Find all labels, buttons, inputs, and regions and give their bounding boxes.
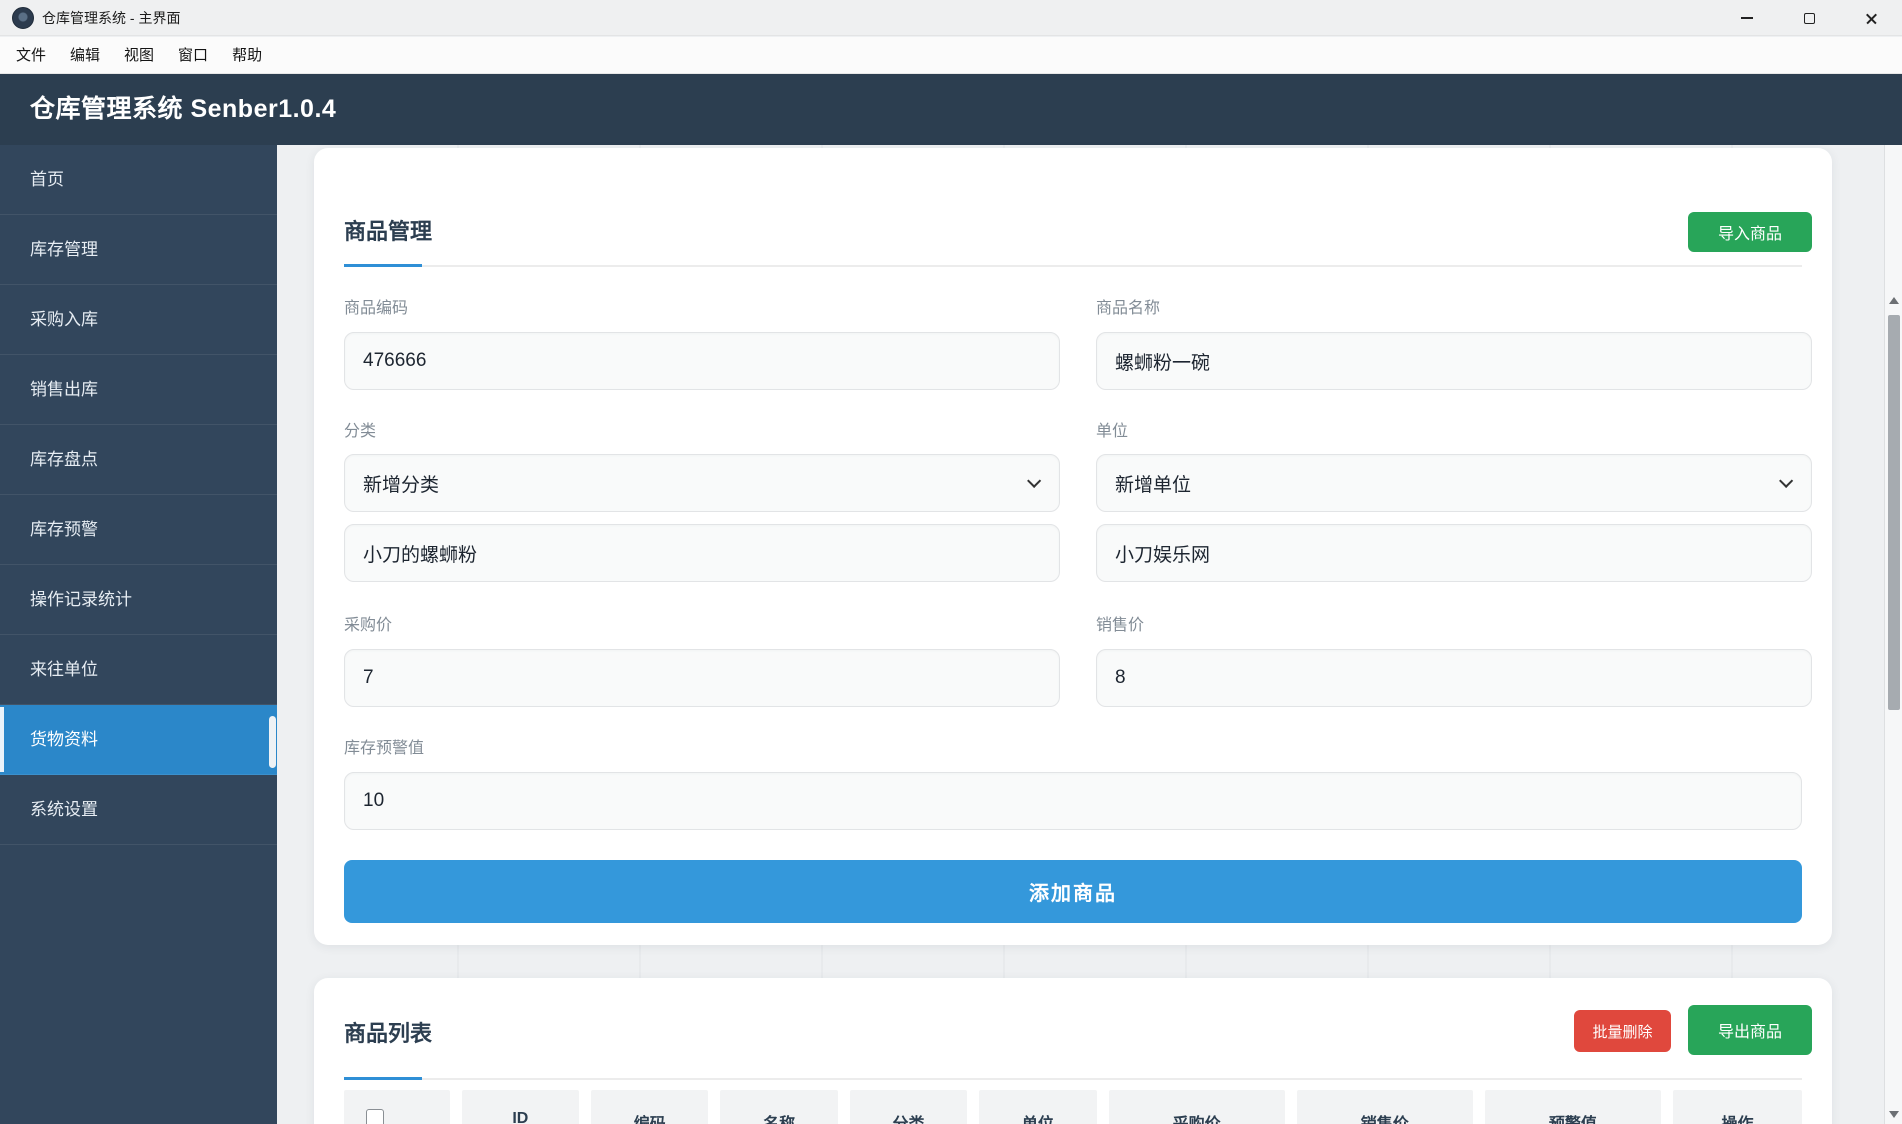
sidebar-item-inventory[interactable]: 库存管理 bbox=[0, 215, 277, 285]
menu-help[interactable]: 帮助 bbox=[220, 37, 274, 74]
window-scrollbar[interactable] bbox=[1884, 145, 1902, 1124]
menu-edit[interactable]: 编辑 bbox=[58, 37, 112, 74]
product-code-input[interactable] bbox=[344, 332, 1060, 390]
sidebar-item-home[interactable]: 首页 bbox=[0, 145, 277, 215]
select-all-checkbox[interactable] bbox=[366, 1108, 384, 1124]
scroll-up-icon[interactable] bbox=[1889, 297, 1899, 304]
chevron-down-icon bbox=[1027, 473, 1042, 488]
category-selected-value: 新增分类 bbox=[363, 474, 440, 496]
col-header-sale-price: 销售价 bbox=[1296, 1090, 1473, 1124]
category-select[interactable]: 新增分类 bbox=[344, 454, 1060, 512]
sale-price-label: 销售价 bbox=[1096, 617, 1145, 634]
app-header: 仓库管理系统 Senber1.0.4 bbox=[0, 74, 1902, 202]
menu-window[interactable]: 窗口 bbox=[166, 37, 220, 74]
batch-delete-button[interactable]: 批量删除 bbox=[1574, 1010, 1671, 1052]
product-code-label: 商品编码 bbox=[344, 300, 409, 317]
window-maximize-button[interactable] bbox=[1778, 0, 1840, 36]
category-label: 分类 bbox=[344, 423, 377, 440]
unit-selected-value: 新增单位 bbox=[1115, 474, 1192, 496]
col-header-warning-value: 预警值 bbox=[1484, 1090, 1661, 1124]
col-header-unit: 单位 bbox=[979, 1090, 1097, 1124]
os-titlebar: 仓库管理系统 - 主界面 bbox=[0, 0, 1902, 36]
window-close-button[interactable] bbox=[1840, 0, 1902, 36]
title-underline bbox=[344, 264, 1802, 267]
minimize-icon bbox=[1741, 17, 1753, 19]
app-title: 仓库管理系统 Senber1.0.4 bbox=[30, 95, 337, 123]
category-custom-input[interactable] bbox=[344, 524, 1060, 582]
add-product-button[interactable]: 添加商品 bbox=[344, 860, 1802, 923]
menu-view[interactable]: 视图 bbox=[112, 37, 166, 74]
stock-warning-input[interactable] bbox=[344, 772, 1802, 830]
col-header-name: 名称 bbox=[720, 1090, 838, 1124]
sidebar-item-stock-warning[interactable]: 库存预警 bbox=[0, 495, 277, 565]
menu-bar: 文件 编辑 视图 窗口 帮助 bbox=[0, 37, 1902, 74]
sidebar-nav: 首页 库存管理 采购入库 销售出库 库存盘点 库存预警 操作记录统计 来往单位 … bbox=[0, 145, 277, 1124]
sidebar-item-sales-out[interactable]: 销售出库 bbox=[0, 355, 277, 425]
sidebar-item-partners[interactable]: 来往单位 bbox=[0, 635, 277, 705]
maximize-icon bbox=[1803, 12, 1815, 24]
sidebar-item-settings[interactable]: 系统设置 bbox=[0, 775, 277, 845]
unit-select[interactable]: 新增单位 bbox=[1096, 454, 1812, 512]
col-header-actions: 操作 bbox=[1672, 1090, 1803, 1124]
chevron-down-icon bbox=[1779, 473, 1794, 488]
sidebar-item-purchase-in[interactable]: 采购入库 bbox=[0, 285, 277, 355]
sidebar-item-goods-data[interactable]: 货物资料 bbox=[0, 705, 277, 775]
product-list-card: 商品列表 批量删除 导出商品 ID 编码 名称 分类 单位 采购价 销售价 预警… bbox=[314, 978, 1832, 1124]
import-products-button[interactable]: 导入商品 bbox=[1688, 212, 1812, 252]
col-header-id: ID bbox=[461, 1090, 580, 1124]
select-all-header-cell bbox=[344, 1090, 450, 1124]
sidebar-item-stocktake[interactable]: 库存盘点 bbox=[0, 425, 277, 495]
col-header-code: 编码 bbox=[591, 1090, 709, 1124]
list-card-title: 商品列表 bbox=[344, 1021, 433, 1046]
sale-price-input[interactable] bbox=[1096, 649, 1812, 707]
product-name-input[interactable] bbox=[1096, 332, 1812, 390]
unit-label: 单位 bbox=[1096, 423, 1129, 440]
sidebar-scrollbar-thumb[interactable] bbox=[269, 716, 276, 768]
col-header-category: 分类 bbox=[849, 1090, 968, 1124]
form-card-title: 商品管理 bbox=[344, 219, 433, 244]
window-title: 仓库管理系统 - 主界面 bbox=[42, 10, 181, 26]
close-icon bbox=[1865, 12, 1878, 25]
menu-file[interactable]: 文件 bbox=[4, 37, 58, 74]
scrollbar-thumb[interactable] bbox=[1888, 315, 1900, 710]
unit-custom-input[interactable] bbox=[1096, 524, 1812, 582]
col-header-purchase-price: 采购价 bbox=[1108, 1090, 1285, 1124]
purchase-price-label: 采购价 bbox=[344, 617, 393, 634]
stock-warning-label: 库存预警值 bbox=[344, 740, 425, 757]
purchase-price-input[interactable] bbox=[344, 649, 1060, 707]
window-minimize-button[interactable] bbox=[1716, 0, 1778, 36]
product-name-label: 商品名称 bbox=[1096, 300, 1161, 317]
table-header-row: ID 编码 名称 分类 单位 采购价 销售价 预警值 操作 bbox=[344, 1090, 1803, 1124]
product-form-card: 商品管理 导入商品 商品编码 商品名称 分类 单位 新增分类 新增单位 采购价 … bbox=[314, 148, 1832, 945]
export-products-button[interactable]: 导出商品 bbox=[1688, 1005, 1812, 1055]
app-icon bbox=[12, 7, 34, 29]
title-underline bbox=[344, 1077, 1802, 1080]
scroll-down-icon[interactable] bbox=[1889, 1111, 1899, 1118]
sidebar-item-operation-stats[interactable]: 操作记录统计 bbox=[0, 565, 277, 635]
